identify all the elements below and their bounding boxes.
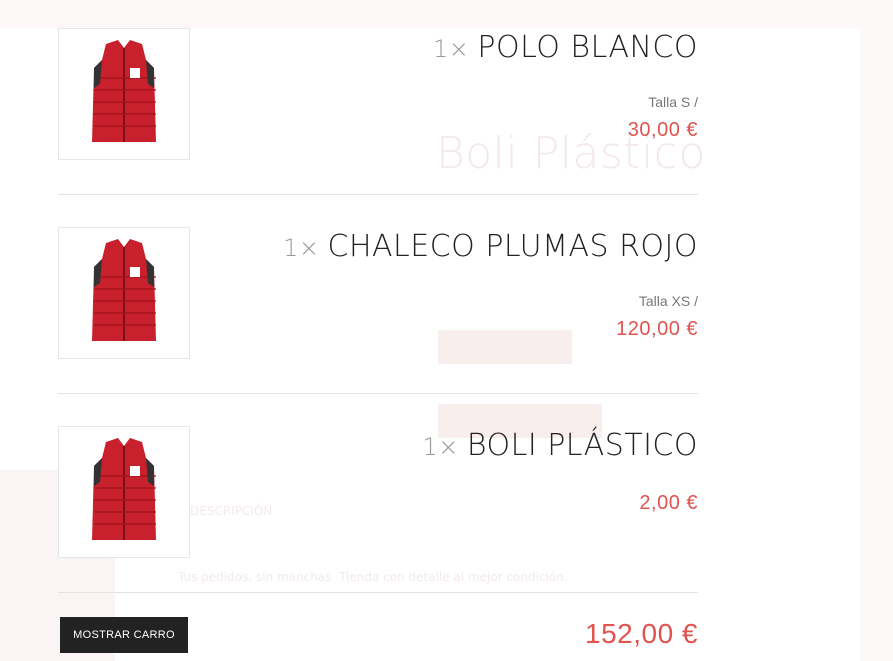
cart-item-name: BOLI PLÁSTICO	[466, 428, 698, 463]
cart-item-title[interactable]: 1× POLO BLANCO	[433, 28, 698, 69]
show-cart-button[interactable]: MOSTRAR CARRO	[60, 617, 188, 653]
cart-item-price: 2,00 €	[639, 492, 698, 514]
divider	[58, 393, 698, 394]
cart-item-price: 120,00 €	[616, 318, 698, 340]
cart-item-qty: 1×	[433, 35, 470, 63]
cart-item-price: 30,00 €	[627, 119, 698, 141]
cart-item-qty: 1×	[283, 234, 320, 262]
product-thumbnail[interactable]	[58, 28, 190, 160]
cart-item-variant: Talla XS /	[638, 293, 698, 309]
divider	[58, 194, 698, 195]
red-vest-image	[92, 239, 156, 341]
cart-item: 1× POLO BLANCO Talla S / 30,00 €	[58, 28, 698, 162]
divider	[58, 592, 698, 593]
cart-item-title[interactable]: 1× BOLI PLÁSTICO	[422, 426, 698, 467]
cart-item-title[interactable]: 1× CHALECO PLUMAS ROJO	[283, 227, 698, 268]
cart-item-name: CHALECO PLUMAS ROJO	[327, 229, 698, 264]
product-thumbnail[interactable]	[58, 426, 190, 558]
background-paragraph: Tus pedidos, sin manchas. Tienda con det…	[178, 570, 568, 584]
cart-item-qty: 1×	[422, 433, 459, 461]
cart-item: 1× CHALECO PLUMAS ROJO Talla XS / 120,00 …	[58, 227, 698, 361]
red-vest-image	[92, 438, 156, 540]
cart-total: 152,00 €	[585, 618, 698, 649]
product-thumbnail[interactable]	[58, 227, 190, 359]
cart-item: 1× BOLI PLÁSTICO 2,00 €	[58, 426, 698, 560]
cart-item-name: POLO BLANCO	[477, 30, 698, 65]
cart-item-variant: Talla S /	[648, 94, 698, 110]
red-vest-image	[92, 40, 156, 142]
